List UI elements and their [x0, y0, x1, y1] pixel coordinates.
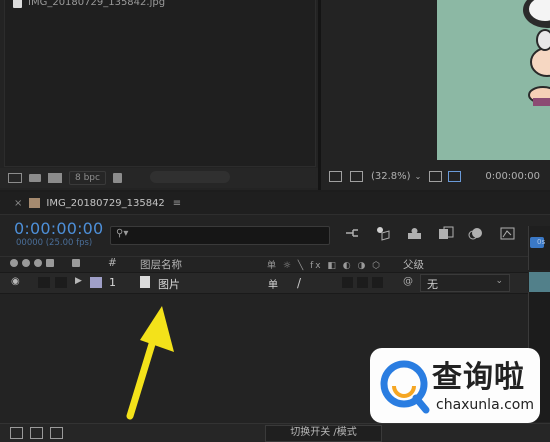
project-scrollbar[interactable] — [150, 171, 230, 183]
eye-icon[interactable] — [10, 259, 18, 267]
timeline-tab-title[interactable]: IMG_20180729_135842 — [46, 198, 164, 209]
chevron-down-icon[interactable]: ⌄ — [415, 172, 422, 181]
frame-rate-label: 00000 (25.00 fps) — [16, 238, 93, 248]
layer-name[interactable]: 图片 — [158, 276, 180, 292]
viewer-toolbar: (32.8%) ⌄ 0:00:00:00 — [321, 166, 550, 186]
monitor-icon[interactable] — [350, 170, 363, 182]
audio-toggle[interactable] — [38, 277, 50, 288]
modes-pane-icon[interactable] — [30, 427, 43, 439]
layer-duration-bar[interactable] — [529, 272, 550, 292]
draft-3d-icon[interactable] — [375, 226, 392, 241]
effects-switch[interactable] — [342, 277, 353, 288]
composition-viewer — [321, 0, 550, 190]
new-composition-icon[interactable] — [48, 173, 62, 183]
layer-row[interactable]: ◉ ▶ 1 图片 单 / @ 无 ⌄ — [0, 272, 528, 294]
current-time-display[interactable]: 0:00:00:00 — [14, 219, 103, 238]
layer-switches-header: 单 ☼ ╲ fx ◧ ◐ ◑ ⬡ — [267, 261, 383, 271]
image-file-icon — [13, 0, 22, 8]
region-of-interest-icon[interactable] — [448, 170, 462, 182]
fit-frame-icon[interactable] — [429, 170, 443, 182]
always-preview-icon[interactable] — [329, 170, 342, 182]
3d-layer-switch[interactable] — [372, 277, 383, 288]
close-icon[interactable]: × — [14, 198, 22, 209]
chevron-down-icon: ⌄ — [495, 276, 503, 286]
layer-label-color[interactable] — [90, 277, 102, 288]
layer-switches-pane-icon[interactable] — [10, 427, 23, 439]
interpret-footage-icon[interactable] — [8, 173, 22, 183]
label-tag-icon[interactable] — [72, 259, 80, 267]
shy-switch[interactable]: 单 — [268, 276, 278, 291]
image-file-icon — [140, 276, 150, 288]
new-folder-icon[interactable] — [29, 174, 41, 182]
search-icon: ⚲▾ — [116, 228, 129, 239]
annotation-arrow — [126, 306, 174, 420]
composition-canvas[interactable] — [437, 0, 550, 160]
panel-menu-icon[interactable]: ≡ — [173, 198, 181, 209]
timeline-toolbar — [344, 226, 516, 241]
time-ruler[interactable] — [528, 226, 550, 270]
watermark-url: chaxunla.com — [436, 397, 534, 413]
quality-switch[interactable]: / — [297, 276, 301, 290]
motion-blur-icon[interactable] — [468, 226, 485, 241]
composition-color-swatch — [29, 198, 41, 208]
av-features-header — [10, 259, 80, 267]
expand-triangle-icon[interactable]: ▶ — [75, 276, 82, 286]
zoom-dropdown[interactable]: (32.8%) — [371, 171, 411, 182]
bit-depth-button[interactable]: 8 bpc — [69, 171, 106, 185]
project-item-list[interactable]: IMG_20180729_135842.jpg — [4, 0, 316, 167]
layer-search-input[interactable] — [110, 226, 330, 245]
timeline-bottom-bar: 切换开关 /模式 — [0, 423, 550, 442]
pick-whip-icon[interactable]: @ — [403, 276, 413, 287]
layer-column-header: # 图层名称 单 ☼ ╲ fx ◧ ◐ ◑ ⬡ 父级 — [0, 256, 528, 271]
parent-dropdown[interactable]: 无 ⌄ — [420, 274, 510, 292]
layer-number-header[interactable]: # — [108, 257, 117, 269]
magnifier-logo-icon — [380, 360, 430, 414]
lock-icon[interactable] — [46, 259, 54, 267]
layer-name-header[interactable]: 图层名称 — [140, 257, 182, 272]
viewer-timecode[interactable]: 0:00:00:00 — [485, 171, 540, 182]
in-out-pane-icon[interactable] — [50, 427, 63, 439]
visibility-eye-icon[interactable]: ◉ — [11, 276, 20, 287]
frame-blend-switch[interactable] — [357, 277, 368, 288]
solo-toggle[interactable] — [55, 277, 67, 288]
trash-icon[interactable] — [112, 173, 122, 183]
solo-icon[interactable] — [34, 259, 42, 267]
graph-editor-icon[interactable] — [499, 226, 516, 241]
cartoon-character-image — [523, 0, 550, 106]
audio-icon[interactable] — [22, 259, 30, 267]
frame-blending-icon[interactable] — [437, 226, 454, 241]
watermark-title: 查询啦 — [432, 360, 525, 395]
project-item-name: IMG_20180729_135842.jpg — [28, 0, 166, 8]
bottom-bar-icons — [10, 427, 63, 439]
parent-header[interactable]: 父级 — [403, 257, 424, 272]
project-item[interactable]: IMG_20180729_135842.jpg — [13, 0, 165, 8]
timeline-tab[interactable]: × IMG_20180729_135842 ≡ — [0, 192, 550, 215]
shy-layers-icon[interactable] — [406, 226, 423, 241]
parent-value: 无 — [427, 278, 438, 291]
time-ruler-label: 0s — [537, 238, 546, 246]
toggle-switches-modes-button[interactable]: 切换开关 /模式 — [265, 425, 382, 442]
composition-flowchart-icon[interactable] — [344, 226, 361, 241]
layer-number: 1 — [109, 276, 116, 289]
